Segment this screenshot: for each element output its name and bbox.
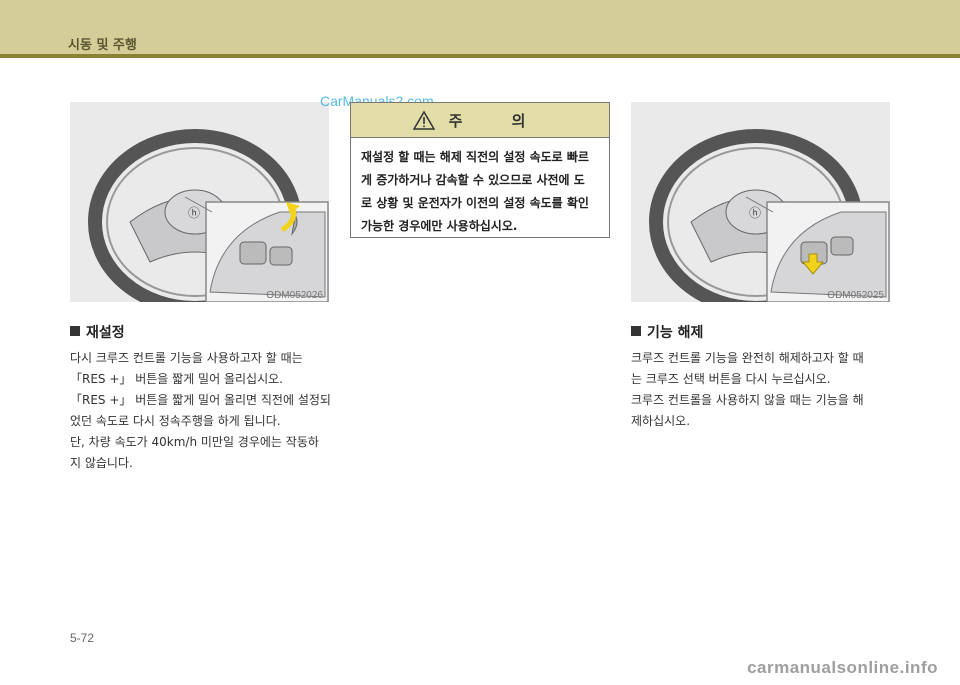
body-line: 제하십시오. [631,414,691,428]
header-band [0,0,960,54]
caution-line: 게 증가하거나 감속할 수 있으므로 사전에 도 [361,173,585,187]
figure-code: ODM052025 [827,290,884,301]
section-title-text: 재설정 [86,325,125,341]
section-title-text: 기능 해제 [647,325,704,341]
body-line: 「RES +」 버튼을 짧게 밀어 올리십시오. [70,372,283,386]
caution-line: 가능한 경우에만 사용하십시오. [361,219,518,233]
header-rule [0,54,960,58]
cancel-section: 기능 해제 크루즈 컨트롤 기능을 완전히 해제하고자 할 때 는 크루즈 선택… [631,322,901,432]
caution-line: 재설정 할 때는 해제 직전의 설정 속도로 빠르 [361,150,589,164]
bullet-square-icon [70,326,80,336]
caution-box: 주 의 재설정 할 때는 해제 직전의 설정 속도로 빠르 게 증가하거나 감속… [350,102,610,238]
reset-section: 재설정 다시 크루즈 컨트롤 기능을 사용하고자 할 때는 「RES +」 버튼… [70,322,340,474]
caution-line: 로 상황 및 운전자가 이전의 설정 속도를 확인 [361,196,589,210]
body-line: 크루즈 컨트롤 기능을 완전히 해제하고자 할 때 [631,351,864,365]
svg-text:ⓗ: ⓗ [749,206,761,220]
section-body: 크루즈 컨트롤 기능을 완전히 해제하고자 할 때 는 크루즈 선택 버튼을 다… [631,348,901,432]
figure-code: ODM052026 [266,290,323,301]
body-line: 크루즈 컨트롤을 사용하지 않을 때는 기능을 해 [631,393,864,407]
caution-header: 주 의 [351,103,609,138]
caution-body: 재설정 할 때는 해제 직전의 설정 속도로 빠르 게 증가하거나 감속할 수 … [351,138,609,238]
steering-wheel-illustration: ⓗ [649,129,890,302]
chapter-title: 시동 및 주행 [68,38,137,53]
steering-wheel-figure-right: ⓗ ODM052025 [631,102,890,302]
section-title: 기능 해제 [631,322,901,342]
body-line: 다시 크루즈 컨트롤 기능을 사용하고자 할 때는 [70,351,303,365]
svg-text:ⓗ: ⓗ [188,206,200,220]
watermark-bottom[interactable]: carmanualsonline.info [747,658,938,678]
section-body: 다시 크루즈 컨트롤 기능을 사용하고자 할 때는 「RES +」 버튼을 짧게… [70,348,340,474]
steering-wheel-figure-left: ⓗ ODM052026 [70,102,329,302]
body-line: 지 않습니다. [70,456,133,470]
body-line: 단, 차량 속도가 40km/h 미만일 경우에는 작동하 [70,435,319,449]
caution-title: 주 의 [448,111,548,130]
section-title: 재설정 [70,322,340,342]
body-line: 는 크루즈 선택 버튼을 다시 누르십시오. [631,372,831,386]
bullet-square-icon [631,326,641,336]
steering-wheel-illustration: ⓗ [88,129,329,302]
page-number: 5-72 [70,631,95,645]
warning-triangle-icon [412,110,435,130]
body-line: 었던 속도로 다시 정속주행을 하게 됩니다. [70,414,281,428]
body-line: 「RES +」 버튼을 짧게 밀어 올리면 직전에 설정되 [70,393,331,407]
